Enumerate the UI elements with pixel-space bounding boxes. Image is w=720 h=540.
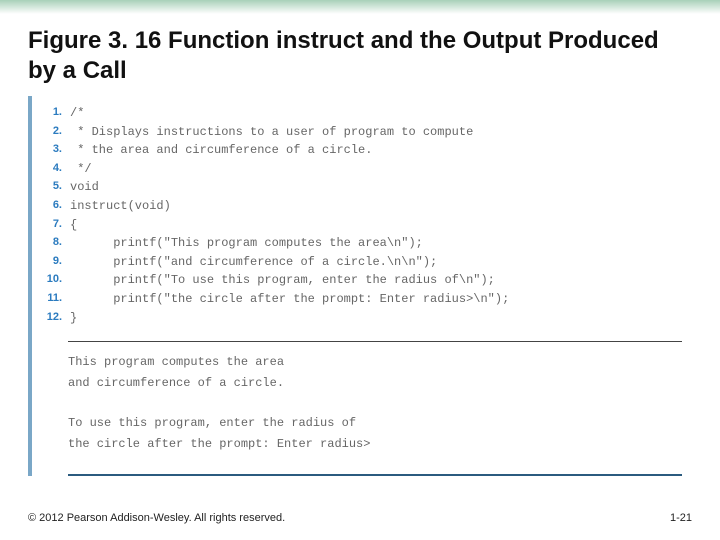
top-gradient-bar xyxy=(0,0,720,14)
line-number: 6. xyxy=(36,197,70,216)
code-listing: 1./* 2. * Displays instructions to a use… xyxy=(32,96,692,335)
line-number: 1. xyxy=(36,104,70,123)
code-row: 8. printf("This program computes the are… xyxy=(36,234,682,253)
code-row: 10. printf("To use this program, enter t… xyxy=(36,271,682,290)
divider xyxy=(68,341,682,342)
code-text: } xyxy=(70,309,77,328)
code-row: 9. printf("and circumference of a circle… xyxy=(36,253,682,272)
copyright-text: © 2012 Pearson Addison-Wesley. All right… xyxy=(28,512,285,524)
code-text: */ xyxy=(70,160,92,179)
code-row: 7.{ xyxy=(36,216,682,235)
output-line: the circle after the prompt: Enter radiu… xyxy=(68,434,682,454)
output-line: To use this program, enter the radius of xyxy=(68,413,682,433)
slide-title: Figure 3. 16 Function instruct and the O… xyxy=(28,26,692,86)
bottom-rule xyxy=(68,474,682,476)
code-row: 1./* xyxy=(36,104,682,123)
line-number: 4. xyxy=(36,160,70,179)
line-number: 2. xyxy=(36,123,70,142)
figure-box: 1./* 2. * Displays instructions to a use… xyxy=(28,96,692,476)
code-text: printf("To use this program, enter the r… xyxy=(70,271,495,290)
code-row: 3. * the area and circumference of a cir… xyxy=(36,141,682,160)
code-row: 11. printf("the circle after the prompt:… xyxy=(36,290,682,309)
line-number: 11. xyxy=(36,290,70,309)
line-number: 10. xyxy=(36,271,70,290)
code-text: instruct(void) xyxy=(70,197,171,216)
code-row: 12.} xyxy=(36,309,682,328)
code-row: 2. * Displays instructions to a user of … xyxy=(36,123,682,142)
line-number: 9. xyxy=(36,253,70,272)
program-output: This program computes the area and circu… xyxy=(32,352,692,466)
code-row: 5.void xyxy=(36,178,682,197)
code-row: 6.instruct(void) xyxy=(36,197,682,216)
page-number: 1-21 xyxy=(670,512,692,524)
line-number: 3. xyxy=(36,141,70,160)
figure-number: Figure 3. 16 xyxy=(28,27,161,54)
line-number: 8. xyxy=(36,234,70,253)
code-text: { xyxy=(70,216,77,235)
code-text: * the area and circumference of a circle… xyxy=(70,141,372,160)
output-line: This program computes the area xyxy=(68,352,682,372)
line-number: 12. xyxy=(36,309,70,328)
footer: © 2012 Pearson Addison-Wesley. All right… xyxy=(28,512,692,524)
output-line xyxy=(68,393,682,413)
code-text: printf("This program computes the area\n… xyxy=(70,234,423,253)
line-number: 7. xyxy=(36,216,70,235)
output-line: and circumference of a circle. xyxy=(68,373,682,393)
line-number: 5. xyxy=(36,178,70,197)
code-row: 4. */ xyxy=(36,160,682,179)
code-text: printf("and circumference of a circle.\n… xyxy=(70,253,437,272)
code-text: * Displays instructions to a user of pro… xyxy=(70,123,473,142)
code-text: printf("the circle after the prompt: Ent… xyxy=(70,290,509,309)
code-text: void xyxy=(70,178,99,197)
code-text: /* xyxy=(70,104,84,123)
